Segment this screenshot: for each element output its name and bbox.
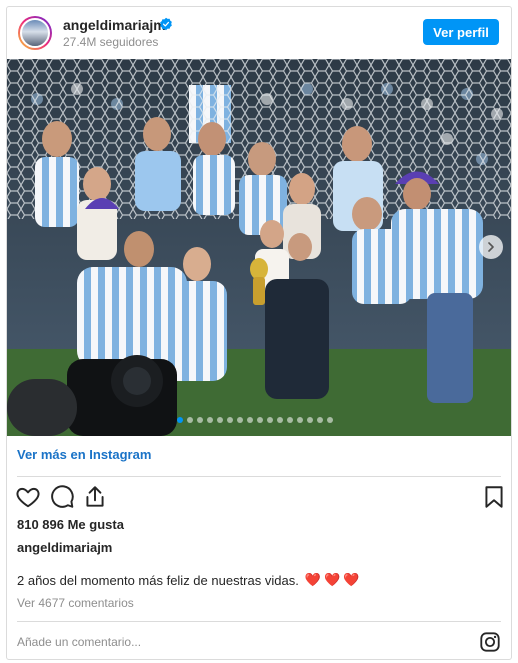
caption: 2 años del momento más feliz de nuestras… xyxy=(17,573,362,588)
carousel-dot[interactable] xyxy=(187,417,193,423)
carousel-dots xyxy=(177,417,333,423)
avatar[interactable] xyxy=(18,16,52,50)
carousel-dot[interactable] xyxy=(297,417,303,423)
view-more-link[interactable]: Ver más en Instagram xyxy=(17,447,151,462)
post-image[interactable] xyxy=(7,59,511,436)
carousel-dot[interactable] xyxy=(317,417,323,423)
carousel-dot[interactable] xyxy=(177,417,183,423)
view-profile-button[interactable]: Ver perfil xyxy=(423,19,499,45)
heart-emoji: ❤️❤️❤️ xyxy=(304,573,363,588)
carousel-dot[interactable] xyxy=(267,417,273,423)
instagram-icon[interactable] xyxy=(479,631,501,653)
add-comment-input[interactable]: Añade un comentario... xyxy=(17,635,141,649)
carousel-dot[interactable] xyxy=(207,417,213,423)
like-count[interactable]: 810 896 Me gusta xyxy=(17,517,124,532)
carousel-dot[interactable] xyxy=(217,417,223,423)
carousel-next-button[interactable] xyxy=(479,235,503,259)
carousel-dot[interactable] xyxy=(227,417,233,423)
view-comments-link[interactable]: Ver 4677 comentarios xyxy=(17,596,134,610)
caption-text: 2 años del momento más feliz de nuestras… xyxy=(17,573,299,588)
carousel-dot[interactable] xyxy=(307,417,313,423)
comment-icon[interactable] xyxy=(49,484,75,510)
carousel-dot[interactable] xyxy=(287,417,293,423)
caption-username[interactable]: angeldimariajm xyxy=(17,540,112,555)
divider xyxy=(17,621,501,622)
username[interactable]: angeldimariajm xyxy=(63,17,166,33)
carousel-dot[interactable] xyxy=(277,417,283,423)
carousel-dot[interactable] xyxy=(247,417,253,423)
share-icon[interactable] xyxy=(82,484,108,510)
verified-badge-icon xyxy=(160,17,172,31)
carousel-dot[interactable] xyxy=(327,417,333,423)
carousel-dot[interactable] xyxy=(257,417,263,423)
avatar-image xyxy=(20,18,50,48)
heart-icon[interactable] xyxy=(15,484,41,510)
bookmark-icon[interactable] xyxy=(481,484,507,510)
divider xyxy=(17,476,501,477)
instagram-embed-card: angeldimariajm 27.4M seguidores Ver perf… xyxy=(6,6,512,660)
follower-count: 27.4M seguidores xyxy=(63,35,159,49)
chevron-right-icon xyxy=(488,242,494,252)
post-photo-illustration xyxy=(7,59,511,436)
carousel-dot[interactable] xyxy=(237,417,243,423)
carousel-dot[interactable] xyxy=(197,417,203,423)
post-header: angeldimariajm 27.4M seguidores Ver perf… xyxy=(7,7,511,59)
